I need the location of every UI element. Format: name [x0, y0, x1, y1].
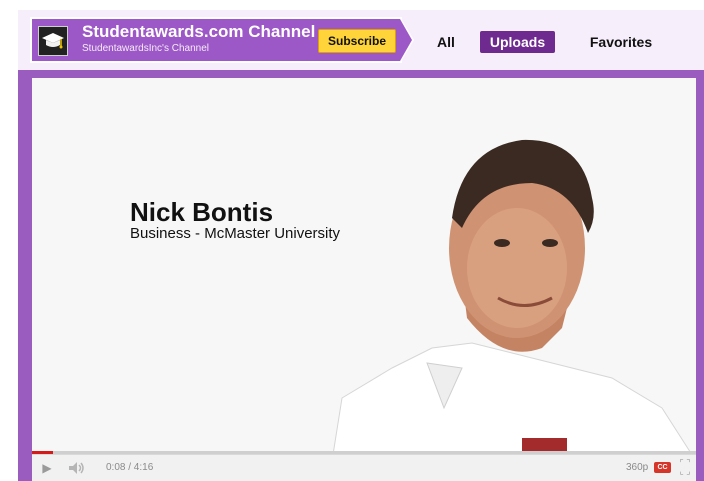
- fullscreen-icon[interactable]: ⌜ ⌝ ⌞ ⌟: [678, 459, 692, 476]
- channel-title[interactable]: Studentawards.com Channel: [82, 22, 315, 42]
- quality-selector[interactable]: 360p: [626, 461, 648, 475]
- tab-all[interactable]: All: [434, 31, 458, 53]
- channel-frame: Studentawards.com Channel StudentawardsI…: [18, 10, 704, 481]
- channel-avatar[interactable]: [38, 26, 68, 56]
- player-controls: ▶ 0:08 / 4:16 360p CC ⌜ ⌝ ⌞ ⌟: [32, 454, 696, 481]
- tab-favorites[interactable]: Favorites: [580, 31, 662, 53]
- speaker-icon: [69, 462, 84, 474]
- channel-subtitle: StudentawardsInc's Channel: [82, 43, 209, 54]
- channel-header: Studentawards.com Channel StudentawardsI…: [18, 10, 704, 70]
- video-frame-image: [32, 78, 696, 461]
- time-display: 0:08 / 4:16: [106, 462, 154, 473]
- video-name-subtitle: Business - McMaster University: [130, 225, 341, 242]
- video-name-title: Nick Bontis: [130, 197, 274, 227]
- volume-icon[interactable]: [66, 460, 88, 476]
- cc-icon[interactable]: CC: [654, 462, 671, 473]
- subscribe-button[interactable]: Subscribe: [318, 29, 396, 53]
- channel-info-box: Studentawards.com Channel StudentawardsI…: [30, 17, 402, 63]
- video-area[interactable]: Nick Bontis Business - McMaster Universi…: [32, 78, 696, 461]
- play-icon[interactable]: ▶: [40, 460, 54, 476]
- graduation-cap-icon: [39, 27, 67, 55]
- channel-box-arrow-fill: [400, 19, 412, 61]
- tab-uploads[interactable]: Uploads: [480, 31, 555, 53]
